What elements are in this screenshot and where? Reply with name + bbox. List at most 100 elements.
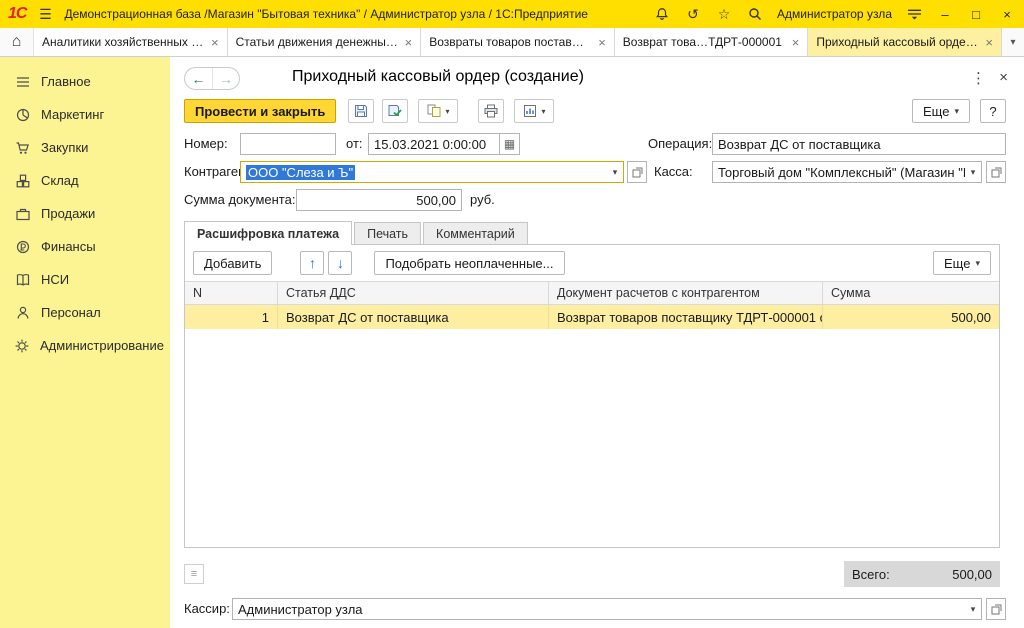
sidebar-item-main[interactable]: Главное — [0, 65, 170, 98]
post-and-close-button[interactable]: Провести и закрыть — [184, 99, 336, 123]
column-settlement-document[interactable]: Документ расчетов с контрагентом — [549, 282, 823, 304]
tab-cash-flow-articles[interactable]: Статьи движения денежны… × — [228, 28, 422, 56]
sidebar-item-label: Склад — [41, 173, 79, 188]
tab-payment-details[interactable]: Расшифровка платежа — [184, 221, 352, 245]
contragent-open-button[interactable] — [627, 161, 647, 183]
main-menu-icon[interactable]: ☰ — [36, 5, 54, 23]
sidebar-item-purchases[interactable]: Закупки — [0, 131, 170, 164]
date-input[interactable]: 15.03.2021 0:00:00 ▦ — [368, 133, 520, 155]
operation-label: Операция: — [648, 133, 712, 155]
post-button[interactable] — [382, 99, 408, 123]
operation-input[interactable]: Возврат ДС от поставщика — [712, 133, 1006, 155]
tab-returns-to-suppliers[interactable]: Возвраты товаров постав… × — [421, 28, 615, 56]
date-value: 15.03.2021 0:00:00 — [369, 137, 499, 152]
minimize-button[interactable]: – — [936, 5, 954, 23]
sidebar-item-warehouse[interactable]: Склад — [0, 164, 170, 197]
favorites-star-icon[interactable]: ☆ — [715, 5, 733, 23]
cell-dds-article[interactable]: Возврат ДС от поставщика — [278, 305, 549, 329]
document-title: Приходный кассовый ордер (создание) — [292, 68, 584, 86]
sidebar-item-personnel[interactable]: Персонал — [0, 296, 170, 329]
boxes-icon — [14, 172, 31, 189]
contragent-input[interactable]: ООО "Слеза и Ъ" ▾ — [240, 161, 624, 183]
tab-label: Статьи движения денежны… — [236, 35, 399, 49]
print-button[interactable] — [478, 99, 504, 123]
cashier-dropdown-icon[interactable]: ▾ — [965, 604, 981, 615]
tab-return-tdrt-000001[interactable]: Возврат това…ТДРТ-000001 × — [615, 28, 809, 56]
contragent-value: ООО "Слеза и Ъ" — [246, 165, 355, 180]
total-value: 500,00 — [952, 567, 992, 582]
form-close-icon[interactable]: × — [999, 69, 1008, 86]
create-based-on-button[interactable]: ▾ — [418, 99, 458, 123]
amount-label: Сумма документа: — [184, 189, 295, 211]
date-label: от: — [346, 133, 363, 155]
column-n[interactable]: N — [185, 282, 278, 304]
tab-close-icon[interactable]: × — [598, 35, 606, 50]
total-box: Всего: 500,00 — [844, 561, 1000, 587]
reports-button[interactable]: ▾ — [514, 99, 554, 123]
cashbox-dropdown-icon[interactable]: ▾ — [965, 167, 981, 178]
calendar-icon[interactable]: ▦ — [499, 134, 519, 154]
cashier-value: Администратор узла — [233, 602, 965, 617]
pick-unpaid-button[interactable]: Подобрать неоплаченные... — [374, 251, 564, 275]
sidebar-item-marketing[interactable]: Маркетинг — [0, 98, 170, 131]
tab-close-icon[interactable]: × — [211, 35, 219, 50]
close-button[interactable]: × — [998, 5, 1016, 23]
amount-input[interactable]: 500,00 — [296, 189, 462, 211]
form-menu-icon[interactable]: ⋮ — [971, 69, 986, 87]
save-button[interactable] — [348, 99, 374, 123]
contragent-dropdown-icon[interactable]: ▾ — [607, 167, 623, 178]
more-button[interactable]: Еще▾ — [912, 99, 970, 123]
column-dds-article[interactable]: Статья ДДС — [278, 282, 549, 304]
tab-list-chevron-icon[interactable]: ▾ — [1002, 28, 1024, 56]
sidebar-item-label: Финансы — [41, 239, 96, 254]
service-menu-icon[interactable] — [905, 5, 923, 23]
column-amount[interactable]: Сумма — [823, 282, 999, 304]
payment-details-panel: Добавить ↑ ↓ Подобрать неоплаченные... Е… — [184, 244, 1000, 548]
back-button[interactable]: ← — [185, 68, 212, 89]
number-input[interactable] — [240, 133, 336, 155]
list-settings-icon[interactable]: ≡ — [184, 564, 204, 584]
sidebar-item-label: Персонал — [41, 305, 101, 320]
tab-close-icon[interactable]: × — [985, 35, 993, 50]
tab-label: Расшифровка платежа — [197, 227, 339, 241]
move-up-button[interactable]: ↑ — [300, 251, 324, 275]
table-toolbar: Добавить ↑ ↓ Подобрать неоплаченные... Е… — [185, 245, 999, 281]
cashier-input[interactable]: Администратор узла ▾ — [232, 598, 982, 620]
tab-comment[interactable]: Комментарий — [423, 222, 528, 244]
tab-close-icon[interactable]: × — [792, 35, 800, 50]
notifications-bell-icon[interactable] — [653, 5, 671, 23]
cell-settlement-document[interactable]: Возврат товаров поставщику ТДРТ-000001 о… — [549, 305, 823, 329]
cashbox-open-button[interactable] — [986, 161, 1006, 183]
coin-icon — [14, 238, 31, 255]
sidebar-item-finance[interactable]: Финансы — [0, 230, 170, 263]
sidebar-item-sales[interactable]: Продажи — [0, 197, 170, 230]
tab-print[interactable]: Печать — [354, 222, 421, 244]
history-icon[interactable]: ↺ — [684, 5, 702, 23]
maximize-button[interactable]: □ — [967, 5, 985, 23]
sidebar-item-administration[interactable]: Администрирование — [0, 329, 170, 362]
tab-cash-receipt-order[interactable]: Приходный кассовый орде… × — [808, 28, 1002, 56]
tab-analytics[interactable]: Аналитики хозяйственных … × — [34, 28, 228, 56]
table-row[interactable]: 1 Возврат ДС от поставщика Возврат товар… — [185, 305, 999, 329]
help-button[interactable]: ? — [980, 99, 1006, 123]
pie-chart-icon — [14, 106, 31, 123]
tab-label: Печать — [367, 227, 408, 241]
search-icon[interactable] — [746, 5, 764, 23]
move-down-button[interactable]: ↓ — [328, 251, 352, 275]
more-label: Еще — [944, 256, 970, 271]
sidebar-item-nsi[interactable]: НСИ — [0, 263, 170, 296]
add-row-button[interactable]: Добавить — [193, 251, 272, 275]
cell-n[interactable]: 1 — [185, 305, 278, 329]
home-button[interactable]: ⌂ — [0, 28, 34, 56]
person-icon — [14, 304, 31, 321]
tab-close-icon[interactable]: × — [405, 35, 413, 50]
cashbox-input[interactable]: Торговый дом "Комплексный" (Магазин "Пр … — [712, 161, 982, 183]
panel-more-button[interactable]: Еще▾ — [933, 251, 991, 275]
cashier-open-button[interactable] — [986, 598, 1006, 620]
1c-logo: 1С — [8, 5, 26, 23]
current-user[interactable]: Администратор узла — [777, 7, 892, 21]
dropdown-caret-icon: ▾ — [541, 107, 545, 116]
forward-button[interactable]: → — [212, 68, 239, 89]
pick-unpaid-label: Подобрать неоплаченные... — [385, 256, 553, 271]
cell-amount[interactable]: 500,00 — [823, 305, 999, 329]
